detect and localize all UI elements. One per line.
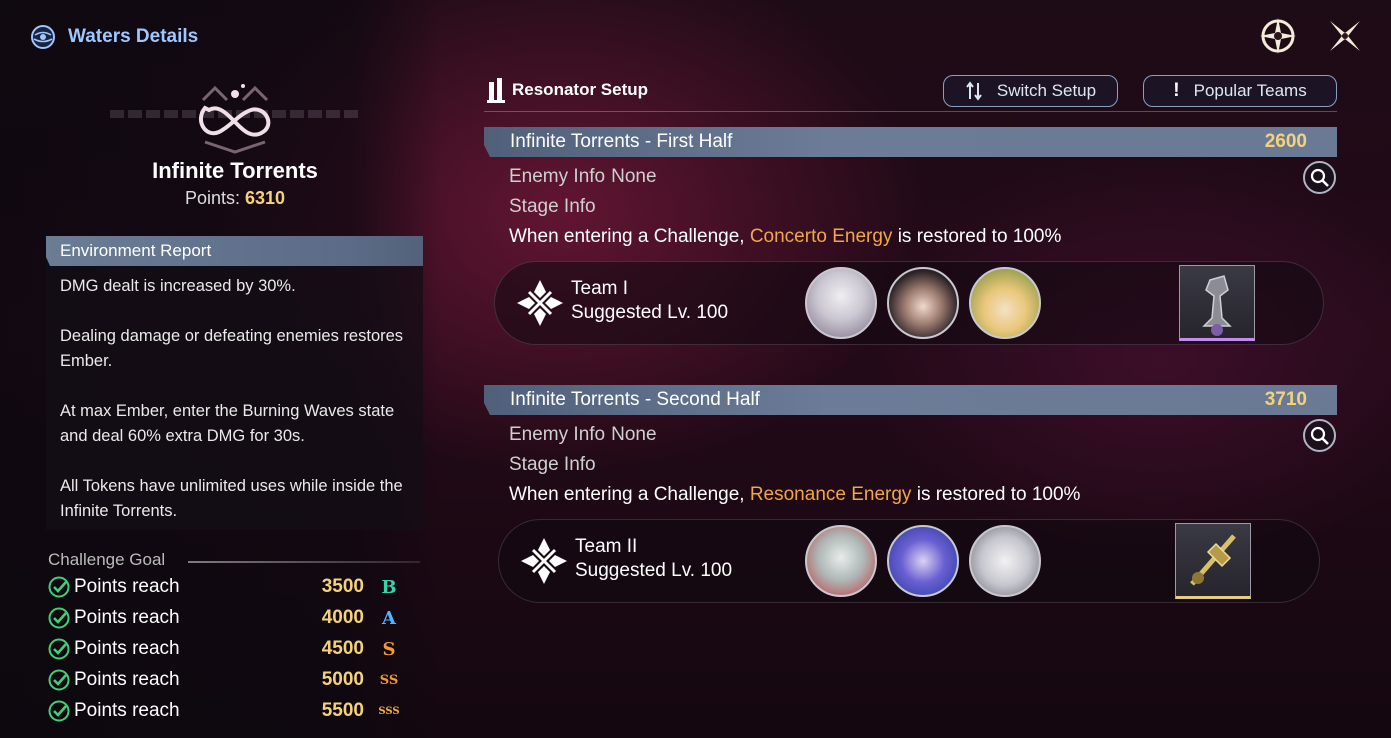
globe-icon (31, 25, 55, 49)
goal-row: Points reach 5500 SSS (48, 697, 418, 725)
tower-icon (487, 78, 505, 103)
half-points: 2600 (1264, 131, 1307, 152)
enter-suffix: is restored to 100% (897, 226, 1062, 247)
challenge-goal-title: Challenge Goal (48, 550, 166, 569)
team-card[interactable]: Team I Suggested Lv. 100 (494, 261, 1324, 345)
enemy-search-button[interactable] (1303, 161, 1336, 194)
stage-info-label: Stage Info (509, 196, 596, 217)
resonator-avatar[interactable] (805, 267, 877, 339)
switch-setup-label: Switch Setup (996, 81, 1097, 100)
team-name: Team I (571, 278, 629, 299)
enter-suffix: is restored to 100% (916, 484, 1081, 505)
stage-info-text: When entering a Challenge, Resonance Ene… (509, 484, 1080, 506)
team-card[interactable]: Team II Suggested Lv. 100 (498, 519, 1320, 603)
enter-prefix: When entering a Challenge, (509, 484, 745, 505)
compass-icon[interactable] (1258, 16, 1298, 56)
environment-report-title: Environment Report (46, 236, 423, 266)
rank-ss-icon: SS (379, 672, 399, 688)
enemy-info: Enemy Info None (509, 424, 657, 446)
team-emblem-icon (517, 280, 563, 326)
resonator-avatar[interactable] (969, 525, 1041, 597)
magnify-icon (1310, 168, 1329, 187)
points-value: 6310 (245, 188, 286, 208)
enemy-info: Enemy Info None (509, 166, 657, 188)
resonator-avatar[interactable] (805, 525, 877, 597)
team-name: Team II (575, 536, 638, 557)
goal-label: Points reach (74, 700, 180, 721)
echo-statue-icon (1202, 275, 1232, 336)
enemy-info-value: None (611, 166, 657, 187)
check-icon (48, 607, 70, 629)
goal-value: 4500 (321, 638, 364, 659)
energy-highlight: Concerto Energy (749, 226, 893, 247)
goal-value: 3500 (321, 576, 364, 597)
goal-row: Points reach 3500 B (48, 573, 418, 601)
resonator-avatar[interactable] (969, 267, 1041, 339)
check-icon (48, 638, 70, 660)
environment-paragraph: At max Ember, enter the Burning Waves st… (60, 402, 395, 445)
page-title: Waters Details (68, 26, 199, 47)
goal-label: Points reach (74, 607, 180, 628)
echo-bell-icon (1190, 534, 1236, 586)
magnify-icon (1310, 426, 1329, 445)
environment-paragraph: DMG dealt is increased by 30%. (60, 277, 296, 295)
team-emblem-icon (521, 538, 567, 584)
enemy-search-button[interactable] (1303, 419, 1336, 452)
exclamation-icon: ! (1173, 80, 1180, 101)
environment-report-card: Environment Report DMG dealt is increase… (46, 236, 423, 530)
goal-row: Points reach 4000 A (48, 604, 418, 632)
first-half-header: Infinite Torrents - First Half 2600 (484, 127, 1337, 157)
team-level: Suggested Lv. 100 (575, 560, 733, 581)
stage-points: Points: 6310 (0, 188, 470, 209)
echo-slot[interactable] (1175, 523, 1251, 599)
goal-value: 5000 (321, 669, 364, 690)
enemy-info-value: None (611, 424, 657, 445)
half-title: Infinite Torrents - Second Half (510, 389, 760, 410)
team-level: Suggested Lv. 100 (571, 302, 729, 323)
goal-value: 4000 (321, 607, 364, 628)
goal-label: Points reach (74, 576, 180, 597)
switch-setup-button[interactable]: Switch Setup (943, 75, 1118, 107)
page-header: Waters Details (30, 24, 198, 50)
check-icon (48, 700, 70, 722)
resonator-avatar[interactable] (887, 525, 959, 597)
goal-row: Points reach 5000 SS (48, 666, 418, 694)
goal-label: Points reach (74, 638, 180, 659)
rank-s-icon: S (382, 638, 396, 660)
enemy-info-label: Enemy Info (509, 166, 606, 187)
goal-title-divider (188, 561, 420, 563)
rank-a-icon: A (382, 607, 396, 629)
environment-paragraph: Dealing damage or defeating enemies rest… (60, 327, 404, 370)
resonator-setup-title: Resonator Setup (486, 76, 648, 104)
stage-name: Infinite Torrents (152, 158, 318, 183)
half-title: Infinite Torrents - First Half (510, 131, 733, 152)
goal-row: Points reach 4500 S (48, 635, 418, 663)
second-half-header: Infinite Torrents - Second Half 3710 (484, 385, 1337, 415)
check-icon (48, 576, 70, 598)
rank-b-icon: B (381, 576, 397, 598)
enter-prefix: When entering a Challenge, (509, 226, 745, 247)
close-icon[interactable] (1325, 16, 1365, 56)
rank-sss-icon: SSS (378, 705, 400, 717)
setup-divider (484, 111, 1337, 112)
check-icon (48, 669, 70, 691)
environment-paragraph: All Tokens have unlimited uses while ins… (60, 477, 403, 520)
energy-highlight: Resonance Energy (749, 484, 912, 505)
resonator-setup-label: Resonator Setup (512, 80, 649, 99)
infinite-torrents-emblem-icon (199, 84, 271, 154)
stage-info-text: When entering a Challenge, Concerto Ener… (509, 226, 1061, 248)
environment-report-body: DMG dealt is increased by 30%. Dealing d… (46, 266, 423, 524)
goal-value: 5500 (321, 700, 364, 721)
echo-slot[interactable] (1179, 265, 1255, 341)
stage-info-label: Stage Info (509, 454, 596, 475)
enemy-info-label: Enemy Info (509, 424, 606, 445)
popular-teams-label: Popular Teams (1193, 81, 1307, 100)
popular-teams-button[interactable]: ! Popular Teams (1143, 75, 1337, 107)
goal-label: Points reach (74, 669, 180, 690)
points-label: Points: (184, 188, 240, 208)
half-points: 3710 (1264, 389, 1307, 410)
swap-arrows-icon (966, 81, 982, 101)
resonator-avatar[interactable] (887, 267, 959, 339)
